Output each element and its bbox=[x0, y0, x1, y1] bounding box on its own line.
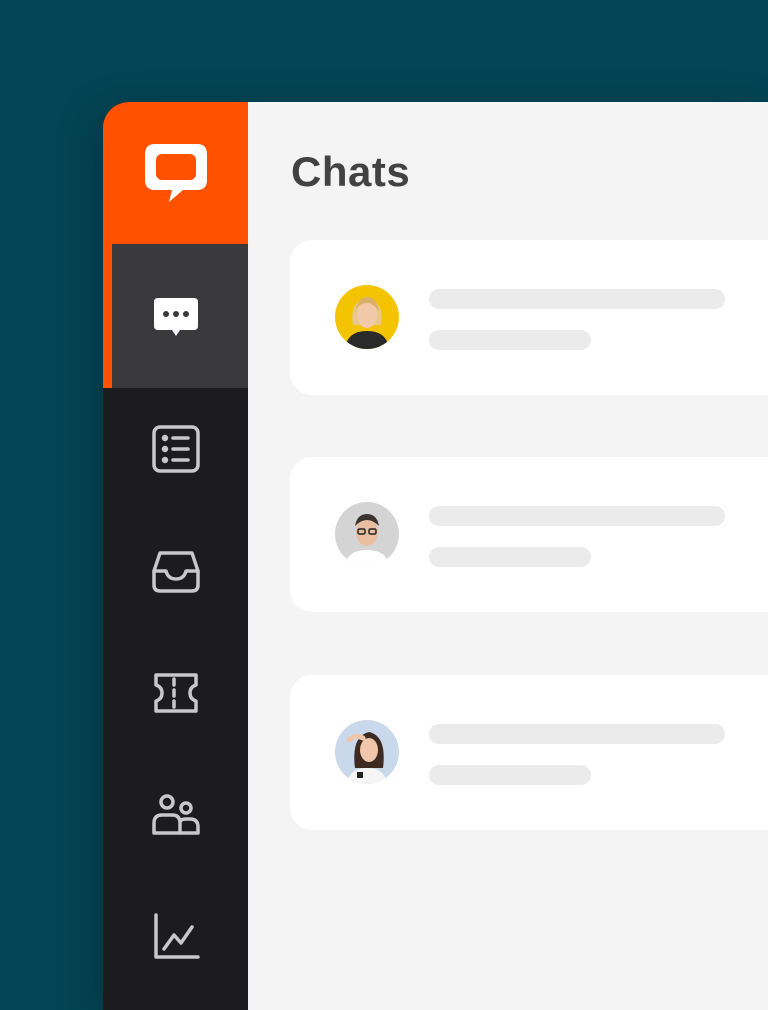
chats-icon bbox=[153, 298, 198, 336]
brand-logo[interactable] bbox=[103, 102, 248, 244]
ticket-icon bbox=[153, 673, 198, 713]
sidebar bbox=[103, 102, 248, 1010]
message-preview-placeholder bbox=[429, 289, 725, 309]
reports-icon bbox=[153, 913, 200, 959]
page-title: Chats bbox=[291, 148, 411, 195]
sidebar-item-reports[interactable] bbox=[103, 876, 248, 998]
app-window: Chats bbox=[103, 102, 768, 1010]
avatar-man-glasses bbox=[335, 502, 399, 566]
sidebar-item-tickets[interactable] bbox=[103, 632, 248, 754]
avatar bbox=[335, 285, 399, 349]
list-icon bbox=[151, 425, 200, 473]
avatar-dark-haired-woman bbox=[335, 720, 399, 784]
chat-list-item[interactable] bbox=[290, 675, 768, 830]
avatar-blonde-woman bbox=[335, 285, 399, 349]
sidebar-item-list[interactable] bbox=[103, 388, 248, 510]
sidebar-item-customers[interactable] bbox=[103, 754, 248, 876]
chat-list-item[interactable] bbox=[290, 457, 768, 612]
sidebar-item-inbox[interactable] bbox=[103, 510, 248, 632]
chat-bubble-logo-icon bbox=[144, 144, 207, 202]
chat-list-item[interactable] bbox=[290, 240, 768, 395]
sidebar-item-chats[interactable] bbox=[103, 244, 248, 388]
message-preview-placeholder bbox=[429, 506, 725, 526]
avatar bbox=[335, 502, 399, 566]
message-preview-placeholder bbox=[429, 724, 725, 744]
message-meta-placeholder bbox=[429, 547, 591, 567]
inbox-icon bbox=[151, 551, 200, 593]
customers-icon bbox=[151, 794, 200, 835]
main-content: Chats bbox=[248, 102, 768, 1010]
message-meta-placeholder bbox=[429, 765, 591, 785]
message-meta-placeholder bbox=[429, 330, 591, 350]
avatar bbox=[335, 720, 399, 784]
